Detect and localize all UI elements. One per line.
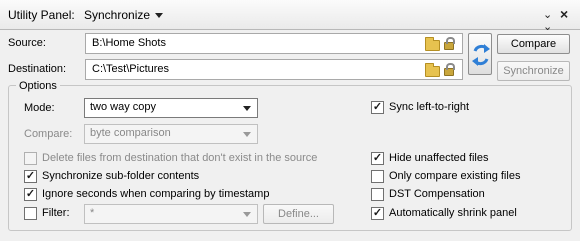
folder-icon[interactable] <box>425 37 440 51</box>
destination-path-input[interactable]: C:\Test\Pictures <box>85 59 463 80</box>
auto-shrink-checkbox[interactable]: ✓ <box>371 207 384 220</box>
compare-label: Compare: <box>24 128 73 140</box>
source-path-value: B:\Home Shots <box>92 37 166 49</box>
close-icon[interactable]: × <box>560 6 568 22</box>
dst-compensation-label: DST Compensation <box>389 188 485 200</box>
panel-label: Utility Panel: <box>8 8 75 22</box>
destination-label: Destination: <box>8 63 67 75</box>
delete-files-label: Delete files from destination that don't… <box>42 152 318 164</box>
compare-select[interactable]: byte comparison <box>84 124 258 144</box>
folder-icon[interactable] <box>425 63 440 77</box>
dst-compensation-checkbox[interactable] <box>371 188 384 201</box>
compare-select-value: byte comparison <box>90 127 171 139</box>
panel-titlebar: Utility Panel: Synchronize ⌄ ⌄ × <box>0 0 580 33</box>
define-button[interactable]: Define... <box>263 204 334 224</box>
panel-name-dropdown[interactable]: Synchronize <box>84 8 150 22</box>
hide-unaffected-checkbox[interactable]: ✓ <box>371 152 384 165</box>
source-label: Source: <box>8 37 46 49</box>
swap-button[interactable] <box>468 33 492 75</box>
ignore-seconds-checkbox[interactable]: ✓ <box>24 188 37 201</box>
mode-select[interactable]: two way copy <box>84 98 258 118</box>
destination-path-value: C:\Test\Pictures <box>92 63 170 75</box>
chevron-down-icon <box>243 132 251 137</box>
ignore-seconds-label: Ignore seconds when comparing by timesta… <box>42 188 270 200</box>
filter-value: * <box>90 207 95 219</box>
filter-label: Filter: <box>42 207 70 219</box>
sync-subfolders-checkbox[interactable]: ✓ <box>24 170 37 183</box>
chevron-down-icon[interactable] <box>155 13 163 18</box>
double-chevron-down-icon[interactable]: ⌄ ⌄ <box>543 9 552 33</box>
options-title: Options <box>16 80 60 92</box>
swap-arrows-icon <box>472 44 490 66</box>
synchronize-button[interactable]: Synchronize <box>497 61 570 81</box>
sync-left-to-right-checkbox[interactable]: ✓ <box>371 101 384 114</box>
sync-left-to-right-label: Sync left-to-right <box>389 101 470 113</box>
compare-button[interactable]: Compare <box>497 34 570 54</box>
hide-unaffected-label: Hide unaffected files <box>389 152 489 164</box>
chevron-down-icon <box>243 212 251 217</box>
lock-icon[interactable] <box>444 63 455 76</box>
filter-checkbox[interactable] <box>24 207 37 220</box>
chevron-down-icon <box>243 106 251 111</box>
only-compare-existing-label: Only compare existing files <box>389 170 521 182</box>
mode-label: Mode: <box>24 102 55 114</box>
sync-subfolders-label: Synchronize sub-folder contents <box>42 170 200 182</box>
source-path-input[interactable]: B:\Home Shots <box>85 33 463 54</box>
delete-files-checkbox[interactable] <box>24 152 37 165</box>
filter-input[interactable]: * <box>84 204 258 224</box>
only-compare-existing-checkbox[interactable] <box>371 170 384 183</box>
lock-icon[interactable] <box>444 37 455 50</box>
mode-select-value: two way copy <box>90 101 157 113</box>
auto-shrink-label: Automatically shrink panel <box>389 207 517 219</box>
